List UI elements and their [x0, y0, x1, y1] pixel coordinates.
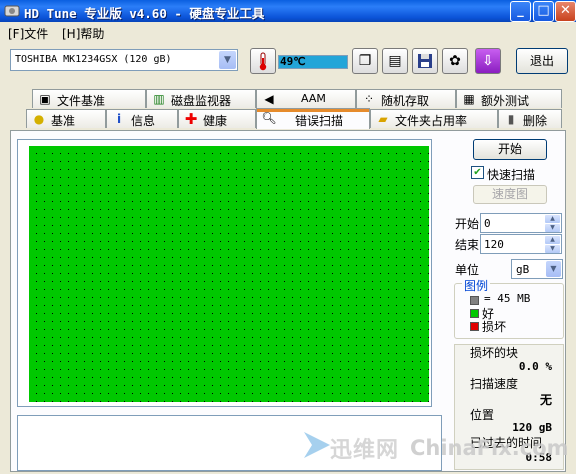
- info-icon: i: [116, 112, 122, 126]
- end-field-label: 结束: [455, 238, 480, 252]
- down-arrow-icon: ⇩: [482, 53, 494, 69]
- disk-monitor-icon: ▥: [153, 92, 165, 106]
- spin-up-icon[interactable]: ▲: [545, 215, 560, 223]
- elapsed-time-value: 0:58: [525, 451, 553, 464]
- floppy-disk-icon: [418, 54, 432, 68]
- spin-down-icon[interactable]: ▼: [545, 245, 560, 253]
- scan-block-map: [29, 146, 429, 402]
- scan-speed-value: 无: [539, 393, 552, 407]
- tab-label: 额外测试: [481, 94, 530, 108]
- tab-error-scan[interactable]: 🔍︎ 错误扫描: [256, 108, 370, 129]
- spin-down-icon[interactable]: ▼: [545, 224, 560, 232]
- damaged-blocks-value: 0.0 %: [518, 360, 552, 373]
- tab-label: 磁盘监视器: [171, 94, 232, 108]
- maximize-icon: □: [537, 3, 550, 18]
- tab-label: 信息: [131, 114, 156, 128]
- folder-icon: ▰: [378, 112, 388, 126]
- tab-health[interactable]: ✚ 健康: [178, 109, 256, 128]
- start-button[interactable]: 开始: [473, 139, 547, 160]
- tab-label: 文件基准: [57, 94, 106, 108]
- quick-scan-label: 快速扫描: [487, 168, 536, 182]
- close-icon: ✕: [560, 3, 571, 18]
- tab-label: 随机存取: [381, 94, 430, 108]
- start-position-input[interactable]: 0 ▲ ▼: [480, 213, 562, 233]
- tab-label: 删除: [523, 114, 548, 128]
- legend-block-size: = 45 MB: [484, 292, 531, 305]
- tab-extra-tests[interactable]: ▦ 额外测试: [456, 89, 562, 108]
- hdtune-app-icon: [4, 5, 20, 17]
- speaker-icon: ◀: [264, 92, 274, 106]
- temperature-value: 49℃: [280, 55, 306, 68]
- magnifier-icon: 🔍︎: [261, 111, 277, 125]
- elapsed-time-label: 已过去的时间: [470, 436, 543, 450]
- file-benchmark-icon: ▣: [39, 92, 51, 106]
- thermometer-icon: [259, 52, 267, 71]
- tab-file-benchmark[interactable]: ▣ 文件基准: [32, 89, 146, 108]
- window-title: HD Tune 专业版 v4.60 - 硬盘专业工具: [24, 6, 265, 21]
- tab-label: 健康: [203, 114, 228, 128]
- end-position-input[interactable]: 120 ▲ ▼: [480, 234, 562, 254]
- legend-block-swatch: [470, 296, 479, 305]
- end-position-value: 120: [484, 238, 504, 251]
- options-button[interactable]: ✿: [442, 48, 468, 74]
- tab-label: 文件夹占用率: [395, 114, 468, 128]
- close-button[interactable]: ✕: [555, 1, 576, 22]
- minimize-icon: _: [517, 3, 524, 18]
- chevron-down-icon[interactable]: ▼: [219, 51, 236, 69]
- scan-speed-label: 扫描速度: [470, 377, 519, 391]
- speed-map-button[interactable]: 速度图: [473, 185, 547, 204]
- download-button[interactable]: ⇩: [475, 48, 501, 74]
- menu-bar: [F]文件 [H]帮助: [0, 22, 576, 42]
- copy-info-button[interactable]: ❐: [352, 48, 378, 74]
- quick-scan-checkbox[interactable]: ✔: [471, 166, 484, 179]
- tab-label: AAM: [301, 92, 326, 105]
- legend-bad-swatch: [470, 322, 479, 331]
- drive-select[interactable]: TOSHIBA MK1234GSX (120 gB) ▼: [10, 49, 238, 71]
- spin-up-icon[interactable]: ▲: [545, 236, 560, 244]
- checkmark-icon: ✔: [473, 167, 482, 178]
- unit-value: gB: [516, 263, 530, 276]
- paste-icon: ▤: [388, 53, 402, 69]
- random-access-icon: ⁘: [363, 92, 375, 106]
- menu-file[interactable]: [F]文件: [8, 25, 48, 42]
- tab-random-access[interactable]: ⁘ 随机存取: [356, 89, 456, 108]
- exit-button[interactable]: 退出: [516, 48, 568, 74]
- start-field-label: 开始: [455, 217, 480, 231]
- extra-tests-icon: ▦: [463, 92, 475, 106]
- title-bar: HD Tune 专业版 v4.60 - 硬盘专业工具 _ □ ✕: [0, 0, 576, 22]
- tab-folder-usage[interactable]: ▰ 文件夹占用率: [370, 109, 498, 128]
- unit-select[interactable]: gB ▼: [511, 259, 563, 279]
- position-value: 120 gB: [512, 421, 552, 434]
- copy-icon: ❐: [358, 53, 372, 69]
- scan-log: [17, 415, 442, 471]
- lightbulb-icon: ●: [33, 112, 45, 126]
- tab-label: 错误扫描: [295, 114, 344, 128]
- trash-icon: ▮: [507, 112, 515, 126]
- temperature-display: 49℃: [278, 55, 348, 69]
- settings-icon: ✿: [449, 53, 461, 69]
- save-button[interactable]: [412, 48, 438, 74]
- health-cross-icon: ✚: [184, 110, 198, 128]
- tab-info[interactable]: i 信息: [106, 109, 178, 128]
- unit-label: 单位: [455, 263, 480, 277]
- tab-disk-monitor[interactable]: ▥ 磁盘监视器: [146, 89, 256, 108]
- copy-screenshot-button[interactable]: ▤: [382, 48, 408, 74]
- minimize-button[interactable]: _: [510, 1, 531, 22]
- tab-aam[interactable]: ◀ AAM: [256, 89, 356, 108]
- menu-help[interactable]: [H]帮助: [62, 25, 104, 42]
- legend-bad-label: 损坏: [482, 320, 507, 334]
- start-position-value: 0: [484, 217, 491, 230]
- damaged-blocks-label: 损坏的块: [470, 346, 519, 360]
- drive-select-value: TOSHIBA MK1234GSX (120 gB): [15, 54, 172, 65]
- tab-benchmark[interactable]: ● 基准: [26, 109, 106, 128]
- legend-good-swatch: [470, 309, 479, 318]
- temperature-button[interactable]: [250, 48, 276, 74]
- chevron-down-icon[interactable]: ▼: [546, 261, 561, 277]
- tab-erase[interactable]: ▮ 删除: [498, 109, 562, 128]
- tab-label: 基准: [51, 114, 76, 128]
- maximize-button[interactable]: □: [533, 1, 554, 22]
